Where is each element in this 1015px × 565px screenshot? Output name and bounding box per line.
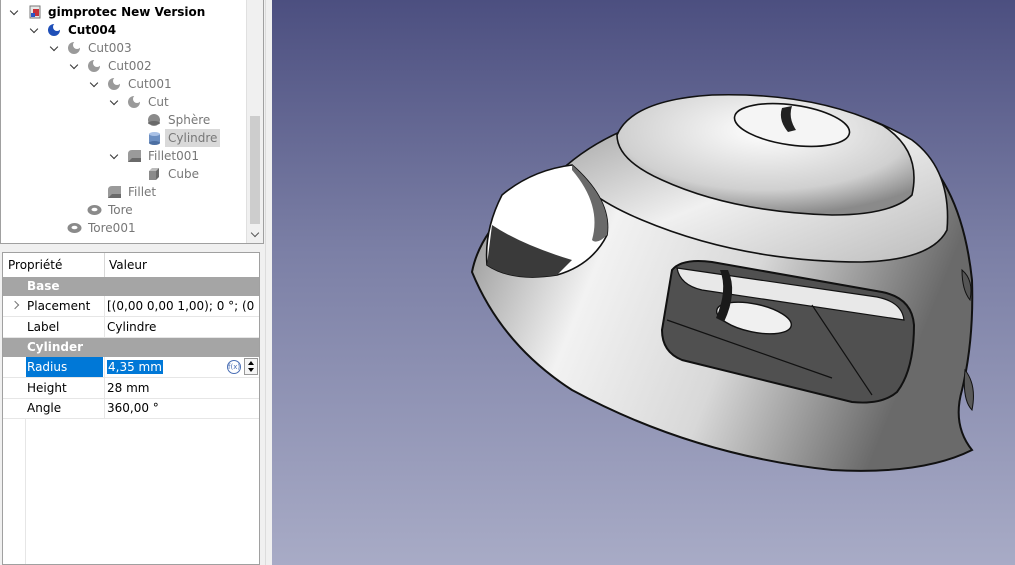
chevron-down-icon[interactable] bbox=[109, 93, 119, 111]
property-row-radius[interactable]: Radius 4,35 mm f(x) bbox=[3, 357, 259, 378]
property-row-label[interactable]: Label Cylindre bbox=[3, 317, 259, 338]
header-property[interactable]: Propriété bbox=[8, 258, 62, 272]
property-value[interactable]: [(0,00 0,00 1,00); 0 °; (0 m... bbox=[107, 296, 259, 316]
tree-item-label: Fillet001 bbox=[148, 149, 200, 163]
3d-viewport[interactable] bbox=[272, 0, 1015, 565]
cut-icon bbox=[128, 95, 141, 108]
tree-item-label: Cut001 bbox=[128, 77, 172, 91]
property-row-placement[interactable]: Placement [(0,00 0,00 1,00); 0 °; (0 m..… bbox=[3, 296, 259, 317]
scrollbar-thumb[interactable] bbox=[250, 116, 260, 224]
tree-item-label: Sphère bbox=[168, 113, 211, 127]
cylinder-icon bbox=[149, 132, 160, 145]
group-cylinder[interactable]: Cylinder bbox=[3, 338, 259, 357]
cube-icon bbox=[149, 168, 159, 180]
torus-icon bbox=[87, 205, 102, 215]
scroll-down-icon[interactable] bbox=[247, 227, 263, 243]
chevron-down-icon[interactable] bbox=[9, 3, 19, 21]
3d-part-model[interactable] bbox=[272, 0, 1015, 565]
expression-icon[interactable]: f(x) bbox=[227, 360, 241, 374]
group-base[interactable]: Base bbox=[3, 277, 259, 296]
left-panel: gimprotec New Version Cut004 Cut003 Cut0… bbox=[0, 0, 266, 565]
radius-spinbox[interactable] bbox=[244, 358, 258, 375]
cut-icon bbox=[48, 23, 61, 36]
model-tree[interactable]: gimprotec New Version Cut004 Cut003 Cut0… bbox=[0, 0, 264, 244]
tree-item-label: Cube bbox=[168, 167, 199, 181]
radius-value[interactable]: 4,35 mm bbox=[107, 360, 163, 374]
property-value[interactable]: Cylindre bbox=[107, 317, 259, 337]
chevron-down-icon[interactable] bbox=[49, 39, 59, 57]
chevron-down-icon[interactable] bbox=[69, 57, 79, 75]
group-label: Base bbox=[27, 279, 60, 293]
chevron-down-icon[interactable] bbox=[29, 21, 39, 39]
document-icon bbox=[29, 5, 41, 19]
torus-icon bbox=[67, 223, 82, 233]
cut-icon bbox=[88, 59, 101, 72]
tree-item-label: Cut003 bbox=[88, 41, 132, 55]
chevron-down-icon[interactable] bbox=[89, 75, 99, 93]
tree-item-label: Cut004 bbox=[68, 23, 117, 37]
group-label: Cylinder bbox=[27, 340, 84, 354]
cut-icon bbox=[68, 41, 81, 54]
spin-up-icon[interactable] bbox=[248, 361, 254, 365]
property-value[interactable]: 360,00 ° bbox=[107, 398, 259, 418]
property-value[interactable]: 28 mm bbox=[107, 378, 259, 398]
fillet-icon bbox=[128, 150, 141, 162]
chevron-down-icon[interactable] bbox=[109, 147, 119, 165]
property-key: Placement bbox=[27, 299, 91, 313]
sphere-icon bbox=[148, 114, 160, 126]
tree-scrollbar[interactable] bbox=[246, 0, 263, 243]
tree-item-label: gimprotec New Version bbox=[48, 5, 206, 19]
property-editor: Propriété Valeur Base Placement [(0,00 0… bbox=[2, 252, 260, 565]
row-gutter bbox=[3, 419, 26, 564]
tree-item-label: Cut bbox=[148, 95, 169, 109]
tree-item-label: Cut002 bbox=[108, 59, 152, 73]
property-header: Propriété Valeur bbox=[3, 253, 259, 278]
property-row-angle[interactable]: Angle 360,00 ° bbox=[3, 398, 259, 419]
property-key: Radius bbox=[26, 357, 103, 377]
tree-item-label: Fillet bbox=[128, 185, 157, 199]
fillet-icon bbox=[108, 186, 121, 198]
property-key: Angle bbox=[27, 401, 62, 415]
property-key: Label bbox=[27, 320, 60, 334]
tree-item-label: Tore001 bbox=[88, 221, 136, 235]
property-row-height[interactable]: Height 28 mm bbox=[3, 378, 259, 399]
tree-item-label: Tore bbox=[108, 203, 133, 217]
tree-item-label: Cylindre bbox=[165, 129, 221, 147]
header-value[interactable]: Valeur bbox=[109, 258, 147, 272]
spin-down-icon[interactable] bbox=[248, 368, 254, 372]
property-key: Height bbox=[27, 381, 67, 395]
cut-icon bbox=[108, 77, 121, 90]
chevron-right-icon[interactable] bbox=[10, 300, 20, 310]
